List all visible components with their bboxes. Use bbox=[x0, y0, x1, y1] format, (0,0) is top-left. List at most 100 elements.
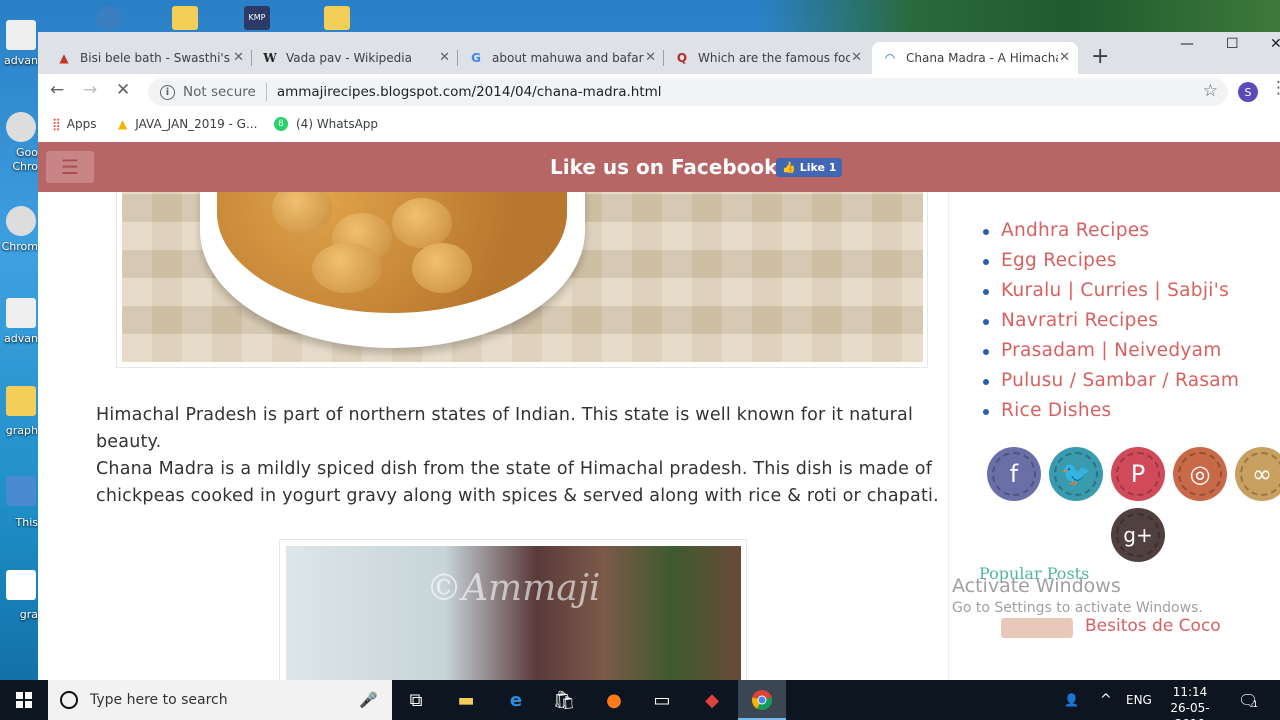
whatsapp-icon: 8 bbox=[274, 117, 288, 131]
desktop-icon[interactable]: advan bbox=[0, 20, 40, 67]
new-tab-button[interactable]: + bbox=[1091, 44, 1109, 69]
instagram-icon[interactable]: ◎ bbox=[1173, 447, 1227, 501]
bookmark-java[interactable]: ▲ JAVA_JAN_2019 - G... bbox=[118, 117, 257, 131]
desktop-icon[interactable]: gra bbox=[0, 570, 40, 621]
clock[interactable]: 11:14 26-05-2019 bbox=[1160, 684, 1220, 720]
category-link[interactable]: Egg Recipes bbox=[983, 250, 1117, 271]
globe-icon[interactable] bbox=[96, 6, 122, 30]
file-explorer-icon[interactable]: ▬ bbox=[442, 680, 490, 720]
store-icon[interactable]: 🛍 bbox=[540, 680, 588, 720]
popular-post-link[interactable]: Besitos de Coco bbox=[1085, 616, 1221, 636]
tab-vada-pav[interactable]: W Vada pav - Wikipedia ✕ bbox=[252, 42, 458, 74]
firefox-icon[interactable]: ● bbox=[590, 680, 638, 720]
thumbs-up-icon: 👍 bbox=[782, 161, 796, 174]
tab-mahuwa[interactable]: G about mahuwa and bafaru ✕ bbox=[458, 42, 664, 74]
category-link[interactable]: Pulusu / Sambar / Rasam bbox=[982, 370, 1239, 391]
minimize-icon[interactable]: — bbox=[1180, 36, 1194, 52]
wikipedia-favicon-icon: W bbox=[263, 51, 277, 65]
desktop-icon[interactable]: graph bbox=[0, 386, 40, 437]
app-icon[interactable]: ◆ bbox=[688, 680, 736, 720]
chevron-up-icon[interactable]: ^ bbox=[1100, 680, 1112, 720]
edge-icon[interactable]: e bbox=[492, 680, 540, 720]
bookmark-label: JAVA_JAN_2019 - G... bbox=[135, 117, 258, 131]
taskbar: Type here to search 🎤 ⧉ ▬ e 🛍 ● ▭ ◆ 👤 ^ … bbox=[0, 680, 1280, 720]
category-link[interactable]: Kuralu | Curries | Sabji's bbox=[982, 280, 1229, 301]
post-thumbnail[interactable] bbox=[1001, 618, 1073, 638]
taskbar-search[interactable]: Type here to search 🎤 bbox=[48, 680, 392, 720]
language-indicator[interactable]: ENG bbox=[1126, 680, 1152, 720]
info-icon[interactable]: i bbox=[160, 84, 175, 100]
chrome-taskbar-icon[interactable] bbox=[738, 680, 786, 720]
forward-icon[interactable]: → bbox=[83, 80, 97, 100]
desktop-icon[interactable]: This bbox=[0, 476, 40, 529]
bookmark-label: (4) WhatsApp bbox=[296, 117, 379, 131]
terminal-icon[interactable]: ▭ bbox=[638, 680, 686, 720]
stop-loading-icon[interactable]: ✕ bbox=[116, 80, 130, 100]
activate-windows-subtitle: Go to Settings to activate Windows. bbox=[952, 600, 1203, 616]
kmp-icon[interactable]: KMP bbox=[244, 6, 270, 30]
address-bar[interactable]: i Not secure ammajirecipes.blogspot.com/… bbox=[148, 78, 1228, 106]
close-icon[interactable]: ✕ bbox=[439, 50, 450, 65]
tab-famous-food[interactable]: Q Which are the famous food ✕ bbox=[664, 42, 870, 74]
description-paragraph: Chana Madra is a mildly spiced dish from… bbox=[96, 459, 939, 506]
close-icon[interactable]: ✕ bbox=[645, 50, 656, 65]
category-link[interactable]: Prasadam | Neivedyam bbox=[983, 340, 1222, 361]
bookmarks-bar: ⣿ Apps ▲ JAVA_JAN_2019 - G... 8 (4) What… bbox=[38, 110, 1280, 142]
facebook-cta: Like us on Facebook! bbox=[550, 155, 787, 179]
google-favicon-icon: G bbox=[471, 51, 481, 65]
menu-icon[interactable]: ⋮ bbox=[1270, 78, 1280, 98]
profile-avatar[interactable]: S bbox=[1238, 82, 1258, 102]
bloglovin-icon[interactable]: ∞ bbox=[1235, 447, 1280, 501]
close-icon[interactable]: ✕ bbox=[851, 50, 862, 65]
pinterest-glyph: P bbox=[1116, 452, 1160, 496]
tab-title: Bisi bele bath - Swasthi's Re bbox=[80, 51, 232, 65]
desktop-top-icons: KMP bbox=[40, 0, 1280, 32]
folder-icon[interactable] bbox=[324, 6, 350, 30]
microphone-icon[interactable]: 🎤 bbox=[359, 691, 378, 709]
tab-title: about mahuwa and bafaru bbox=[492, 51, 644, 65]
category-link[interactable]: Rice Dishes bbox=[983, 400, 1112, 421]
loading-spinner-icon: ◠ bbox=[885, 51, 895, 65]
desktop-icon[interactable]: Goo Chro bbox=[0, 112, 40, 174]
close-icon[interactable]: ✕ bbox=[1059, 50, 1070, 65]
close-icon[interactable]: ✕ bbox=[233, 50, 244, 65]
bookmark-apps[interactable]: ⣿ Apps bbox=[52, 117, 97, 131]
windows-logo-icon bbox=[16, 692, 32, 708]
security-label: Not secure bbox=[183, 84, 256, 100]
search-placeholder: Type here to search bbox=[90, 692, 228, 708]
pinterest-icon[interactable]: P bbox=[1111, 447, 1165, 501]
intro-paragraph: Himachal Pradesh is part of northern sta… bbox=[96, 405, 914, 452]
facebook-icon[interactable]: f bbox=[987, 447, 1041, 501]
bloglovin-glyph: ∞ bbox=[1240, 452, 1280, 496]
back-icon[interactable]: ← bbox=[50, 80, 64, 100]
desktop-icon[interactable]: advan bbox=[0, 298, 40, 345]
maximize-icon[interactable]: ☐ bbox=[1226, 36, 1239, 52]
tab-strip: ▲ Bisi bele bath - Swasthi's Re ✕ W Vada… bbox=[38, 32, 1280, 74]
drive-icon: ▲ bbox=[118, 117, 128, 131]
menu-icon[interactable]: ☰ bbox=[46, 151, 94, 183]
watermark: ©Ammaji bbox=[426, 568, 601, 609]
twitter-icon[interactable]: 🐦 bbox=[1049, 447, 1103, 501]
category-link[interactable]: Navratri Recipes bbox=[982, 310, 1158, 331]
notification-count: 1 bbox=[1252, 700, 1259, 710]
category-link[interactable]: Andhra Recipes bbox=[982, 220, 1149, 241]
close-window-icon[interactable]: ✕ bbox=[1270, 36, 1280, 52]
desktop-icon[interactable]: Chrom bbox=[0, 206, 40, 253]
bookmark-star-icon[interactable]: ☆ bbox=[1203, 81, 1218, 101]
notification-icon[interactable]: 🗨 1 bbox=[1238, 680, 1258, 720]
instagram-glyph: ◎ bbox=[1178, 452, 1222, 496]
folder-icon[interactable] bbox=[172, 6, 198, 30]
facebook-like-button[interactable]: 👍 Like 1 bbox=[776, 158, 843, 177]
tab-bisi-bele-bath[interactable]: ▲ Bisi bele bath - Swasthi's Re ✕ bbox=[46, 42, 252, 74]
google-plus-glyph: g+ bbox=[1116, 513, 1160, 557]
facebook-glyph: f bbox=[992, 452, 1036, 496]
start-button[interactable] bbox=[0, 680, 48, 720]
toolbar: ← → ✕ i Not secure ammajirecipes.blogspo… bbox=[38, 74, 1280, 110]
bookmark-whatsapp[interactable]: 8 (4) WhatsApp bbox=[274, 117, 378, 131]
people-icon[interactable]: 👤 bbox=[1064, 680, 1079, 720]
tab-chana-madra[interactable]: ◠ Chana Madra - A Himachal ✕ bbox=[872, 42, 1078, 74]
google-plus-icon[interactable]: g+ bbox=[1111, 508, 1165, 562]
salad-image: ©Ammaji bbox=[286, 546, 741, 680]
url-text[interactable]: ammajirecipes.blogspot.com/2014/04/chana… bbox=[277, 84, 662, 100]
task-view-icon[interactable]: ⧉ bbox=[392, 680, 440, 720]
